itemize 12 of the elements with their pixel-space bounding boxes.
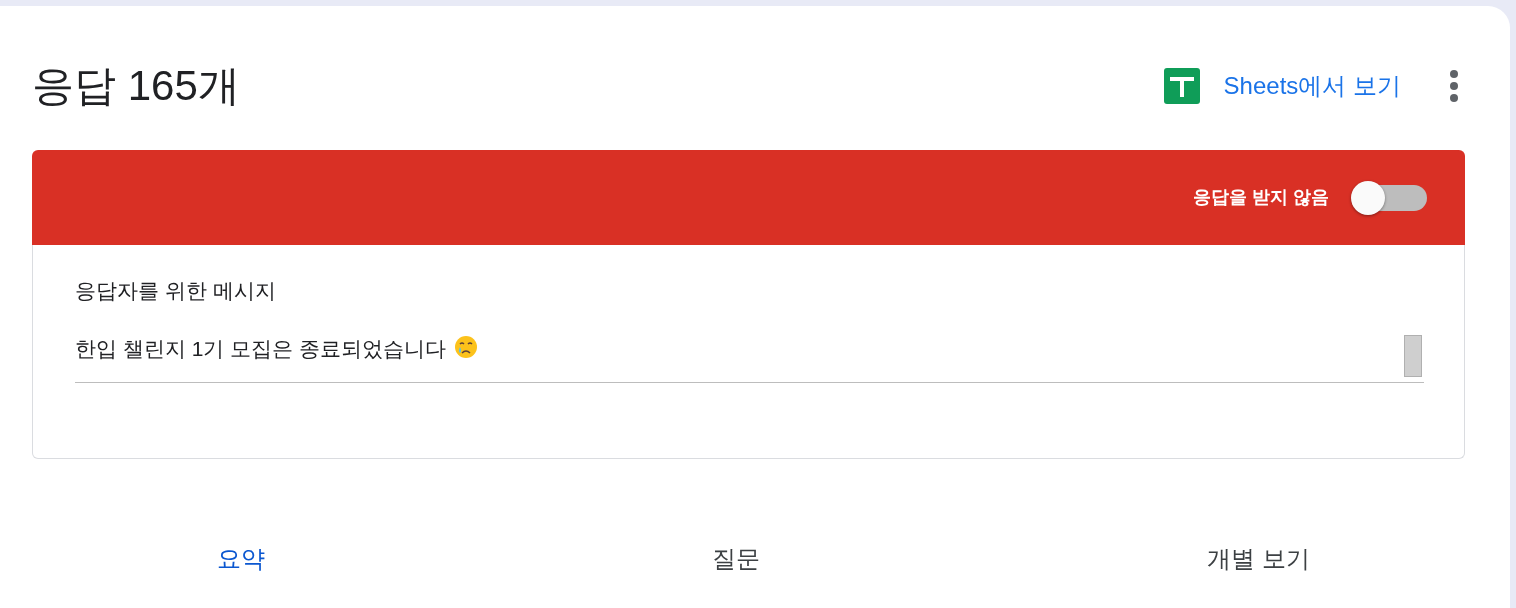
tab[interactable]: 요약 [217,541,265,577]
scrollbar-thumb[interactable] [1404,334,1422,377]
message-field[interactable]: 한입 챌린지 1기 모집은 종료되었습니다 [75,332,1424,383]
message-label: 응답자를 위한 메시지 [75,278,277,304]
view-in-sheets-link[interactable]: Sheets에서 보기 [1223,68,1401,104]
more-options-icon[interactable] [1449,69,1459,103]
spreadsheet-icon[interactable] [1163,68,1200,104]
tab[interactable]: 개별 보기 [1207,541,1310,577]
tab[interactable]: 질문 [712,541,761,577]
accepting-responses-label: 응답을 받지 않음 [1193,186,1329,209]
response-count-title: 응답 165개 [32,60,240,111]
crying-face-icon [454,334,479,359]
